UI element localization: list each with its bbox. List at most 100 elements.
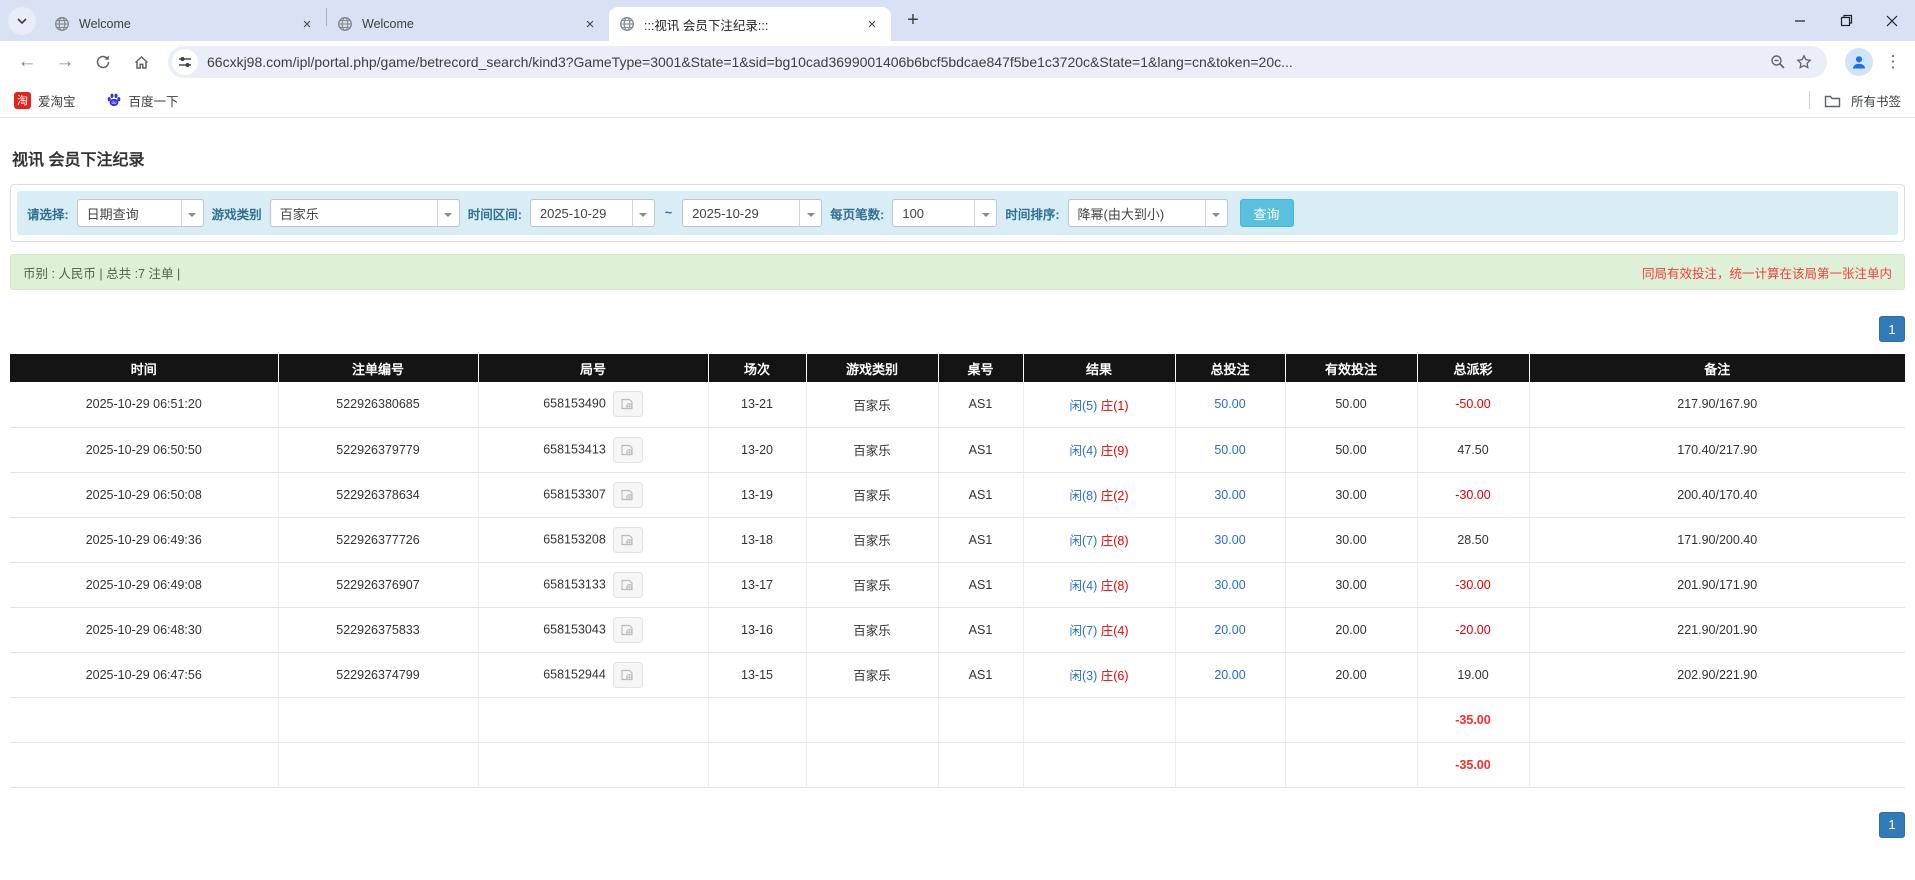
video-replay-button[interactable] bbox=[612, 436, 643, 463]
session-cell: 13-21 bbox=[708, 382, 807, 428]
date-range-tilde: ~ bbox=[664, 206, 673, 220]
video-camera-icon bbox=[621, 399, 633, 410]
address-bar[interactable]: 66cxkj98.com/ipl/portal.php/game/betreco… bbox=[168, 46, 1827, 78]
total-bet-cell[interactable]: 30.00 bbox=[1175, 562, 1286, 608]
table-row: 2025-10-29 06:48:30 522926375833 6581530… bbox=[10, 607, 1905, 653]
table-number-cell: AS1 bbox=[938, 607, 1024, 653]
video-replay-button[interactable] bbox=[612, 661, 643, 688]
close-window-button[interactable] bbox=[1869, 0, 1915, 41]
tab-close-icon[interactable]: × bbox=[298, 15, 316, 33]
payout-cell: 47.50 bbox=[1417, 427, 1530, 473]
folder-icon bbox=[1824, 95, 1841, 107]
reload-button[interactable] bbox=[86, 45, 120, 79]
new-tab-button[interactable]: + bbox=[899, 7, 927, 35]
forward-icon: → bbox=[55, 51, 75, 72]
browser-menu-button[interactable]: ⋮ bbox=[1881, 48, 1905, 76]
home-button[interactable] bbox=[124, 45, 158, 79]
total-row: 总计 7 230.00 230.00 -35.00 bbox=[10, 742, 1905, 788]
tab-title: Welcome bbox=[79, 17, 131, 31]
date-to-select[interactable]: 2025-10-29 bbox=[682, 199, 823, 227]
globe-icon bbox=[55, 17, 69, 31]
game-type-select[interactable]: 百家乐 bbox=[269, 199, 460, 227]
page-content: 视讯 会员下注纪录 请选择: 日期查询 游戏类别 百家乐 时间区间: 2025-… bbox=[0, 146, 1915, 838]
table-row: 2025-10-29 06:50:50 522926379779 6581534… bbox=[10, 427, 1905, 473]
bet-id-cell: 522926377726 bbox=[278, 517, 479, 563]
minimize-button[interactable] bbox=[1777, 0, 1823, 41]
total-label: 总计 bbox=[10, 742, 279, 788]
game-type-cell: 百家乐 bbox=[806, 427, 939, 473]
remark-cell: 200.40/170.40 bbox=[1529, 472, 1905, 518]
all-bookmarks-label: 所有书签 bbox=[1850, 94, 1901, 109]
session-cell: 13-17 bbox=[708, 562, 807, 608]
column-header: 备注 bbox=[1529, 354, 1905, 382]
window-controls bbox=[1777, 0, 1915, 41]
bookmark-item[interactable]: 淘 爱淘宝 bbox=[14, 91, 76, 110]
subtotal-count: 7 bbox=[278, 697, 479, 743]
bookmark-item[interactable]: du 百度一下 bbox=[106, 91, 179, 110]
valid-bet-cell: 30.00 bbox=[1285, 517, 1418, 563]
site-info-button[interactable] bbox=[172, 49, 198, 75]
all-bookmarks-button[interactable]: 所有书签 bbox=[1808, 91, 1901, 110]
query-mode-select[interactable]: 日期查询 bbox=[76, 199, 204, 227]
total-bet-cell[interactable]: 20.00 bbox=[1175, 652, 1286, 698]
query-mode-value: 日期查询 bbox=[86, 206, 139, 222]
browser-tab[interactable]: :::视讯 会员下注纪录::: × bbox=[609, 7, 891, 41]
maximize-button[interactable] bbox=[1823, 0, 1869, 41]
video-replay-button[interactable] bbox=[612, 481, 643, 508]
zoom-level-button[interactable] bbox=[1765, 49, 1791, 75]
back-button[interactable]: ← bbox=[10, 45, 44, 79]
total-bet-cell[interactable]: 30.00 bbox=[1175, 517, 1286, 563]
game-type-cell: 百家乐 bbox=[806, 472, 939, 518]
url-text[interactable]: 66cxkj98.com/ipl/portal.php/game/betreco… bbox=[207, 54, 1765, 70]
game-type-value: 百家乐 bbox=[279, 206, 319, 222]
total-bet-cell[interactable]: 20.00 bbox=[1175, 607, 1286, 653]
result-cell: 闲(4) 庄(9) bbox=[1023, 427, 1176, 473]
tab-close-icon[interactable]: × bbox=[581, 15, 599, 33]
select-arrow-icon bbox=[974, 200, 996, 226]
video-camera-icon bbox=[621, 624, 633, 635]
round-id-cell: 658153043 bbox=[478, 607, 709, 653]
round-id-cell: 658153307 bbox=[478, 472, 709, 518]
video-camera-icon bbox=[621, 444, 633, 455]
total-count: 7 bbox=[278, 742, 479, 788]
pagination-bottom: 1 bbox=[10, 811, 1905, 838]
page-1-button[interactable]: 1 bbox=[1879, 316, 1905, 342]
table-row: 2025-10-29 06:50:08 522926378634 6581533… bbox=[10, 472, 1905, 518]
session-cell: 13-19 bbox=[708, 472, 807, 518]
payout-cell: 19.00 bbox=[1417, 652, 1530, 698]
time-range-label: 时间区间: bbox=[467, 207, 522, 222]
page-1-button[interactable]: 1 bbox=[1879, 811, 1905, 838]
total-bet-cell[interactable]: 50.00 bbox=[1175, 382, 1286, 428]
remark-cell: 201.90/171.90 bbox=[1529, 562, 1905, 608]
kebab-icon: ⋮ bbox=[1884, 52, 1902, 71]
profile-avatar[interactable] bbox=[1845, 48, 1873, 76]
bookmark-star-button[interactable] bbox=[1791, 49, 1817, 75]
browser-tab[interactable]: Welcome × bbox=[44, 7, 326, 41]
forward-button[interactable]: → bbox=[48, 45, 82, 79]
round-id-cell: 658153490 bbox=[478, 382, 709, 428]
table-row: 2025-10-29 06:49:08 522926376907 6581531… bbox=[10, 562, 1905, 608]
sort-order-select[interactable]: 降幂(由大到小) bbox=[1067, 199, 1228, 227]
minimize-icon bbox=[1795, 19, 1805, 22]
table-number-cell: AS1 bbox=[938, 517, 1024, 563]
result-cell: 闲(4) 庄(8) bbox=[1023, 562, 1176, 608]
total-bet-cell[interactable]: 50.00 bbox=[1175, 427, 1286, 473]
video-replay-button[interactable] bbox=[612, 526, 643, 553]
tab-search-button[interactable] bbox=[8, 6, 36, 35]
search-button[interactable]: 查询 bbox=[1239, 199, 1294, 227]
valid-bet-cell: 50.00 bbox=[1285, 382, 1418, 428]
summary-info-bar: 币别 : 人民币 | 总共 :7 注单 | 同局有效投注，统一计算在该局第一张注… bbox=[10, 254, 1905, 290]
date-from-select[interactable]: 2025-10-29 bbox=[529, 199, 655, 227]
video-replay-button[interactable] bbox=[612, 571, 643, 598]
table-number-cell: AS1 bbox=[938, 472, 1024, 518]
bet-time-cell: 2025-10-29 06:48:30 bbox=[10, 607, 279, 653]
video-replay-button[interactable] bbox=[612, 391, 643, 418]
video-replay-button[interactable] bbox=[612, 616, 643, 643]
browser-tab[interactable]: Welcome × bbox=[327, 7, 609, 41]
total-bet-cell[interactable]: 30.00 bbox=[1175, 472, 1286, 518]
select-arrow-icon bbox=[1204, 200, 1227, 226]
tab-title: Welcome bbox=[362, 17, 414, 31]
video-camera-icon bbox=[621, 534, 633, 545]
page-size-select[interactable]: 100 bbox=[892, 199, 998, 227]
tab-close-icon[interactable]: × bbox=[863, 15, 881, 33]
